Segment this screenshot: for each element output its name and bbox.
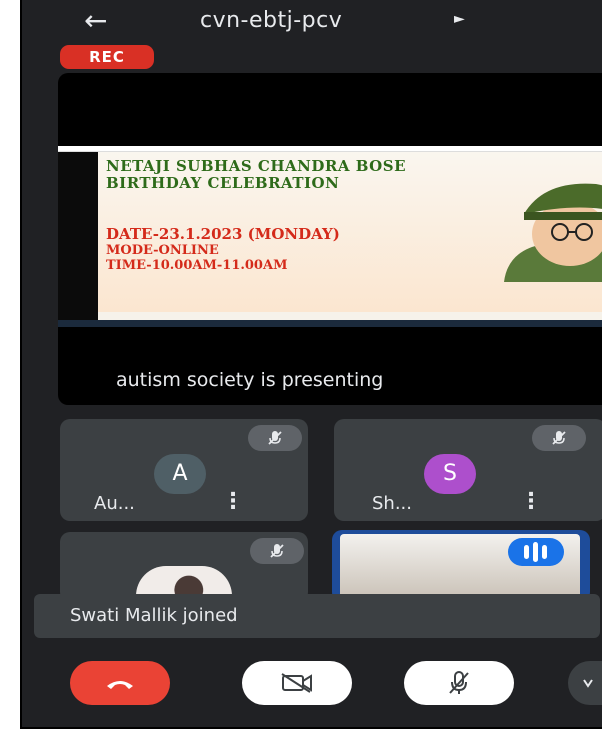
participant-name: Au... — [94, 493, 135, 514]
slide-mode: MODE-ONLINE — [106, 243, 219, 258]
recording-badge: REC — [60, 45, 154, 69]
end-call-icon — [107, 681, 133, 689]
end-call-button[interactable] — [70, 661, 170, 705]
camera-off-icon — [281, 673, 312, 693]
participant-tile[interactable]: A Au... ⋮ — [60, 419, 308, 521]
presentation-stage[interactable]: NETAJI SUBHAS CHANDRA BOSE BIRTHDAY CELE… — [58, 73, 602, 405]
participant-name: Sh... — [372, 493, 412, 514]
arrow-left-icon[interactable]: ← — [84, 7, 114, 35]
avatar: A — [154, 454, 206, 494]
participant-video-tile[interactable] — [332, 530, 590, 602]
slide-title-line2: BIRTHDAY CELEBRATION — [106, 174, 340, 192]
slide-date: DATE-23.1.2023 (MONDAY) — [106, 225, 340, 243]
presenting-caption: autism society is presenting — [116, 369, 384, 391]
mic-off-icon — [449, 671, 469, 694]
mic-off-icon — [250, 538, 304, 564]
participant-tile[interactable] — [60, 532, 308, 602]
speaking-indicator-icon — [508, 538, 564, 566]
portrait-illustration — [504, 183, 602, 282]
more-icon — [583, 679, 593, 688]
avatar: S — [424, 454, 476, 494]
more-options-button[interactable] — [568, 661, 602, 705]
join-notification: Swati Mallik joined — [34, 594, 600, 638]
slide-title-line1: NETAJI SUBHAS CHANDRA BOSE — [106, 157, 406, 175]
slide-time: TIME-10.00AM-11.00AM — [106, 258, 288, 273]
more-vert-icon[interactable]: ⋮ — [520, 491, 542, 513]
meet-app: ← cvn-ebtj-pcv ► REC NETAJI SUBHAS CHAND… — [20, 0, 602, 729]
mic-off-icon — [248, 425, 302, 451]
more-vert-icon[interactable]: ⋮ — [222, 491, 244, 513]
slide-panel — [58, 152, 98, 320]
screenshot: ← cvn-ebtj-pcv ► REC NETAJI SUBHAS CHAND… — [0, 0, 602, 729]
camera-toggle-button[interactable] — [242, 661, 352, 705]
play-arrow-icon[interactable]: ► — [454, 11, 465, 27]
top-bar: ← cvn-ebtj-pcv ► — [22, 0, 602, 44]
mic-toggle-button[interactable] — [404, 661, 514, 705]
taskbar — [58, 320, 602, 327]
slide-content: NETAJI SUBHAS CHANDRA BOSE BIRTHDAY CELE… — [98, 152, 602, 312]
meeting-code[interactable]: cvn-ebtj-pcv — [200, 8, 342, 33]
mic-off-icon — [532, 425, 586, 451]
shared-screen: NETAJI SUBHAS CHANDRA BOSE BIRTHDAY CELE… — [58, 146, 602, 327]
notification-text: Swati Mallik joined — [70, 605, 238, 626]
participant-tile[interactable]: S Sh... ⋮ — [334, 419, 602, 521]
